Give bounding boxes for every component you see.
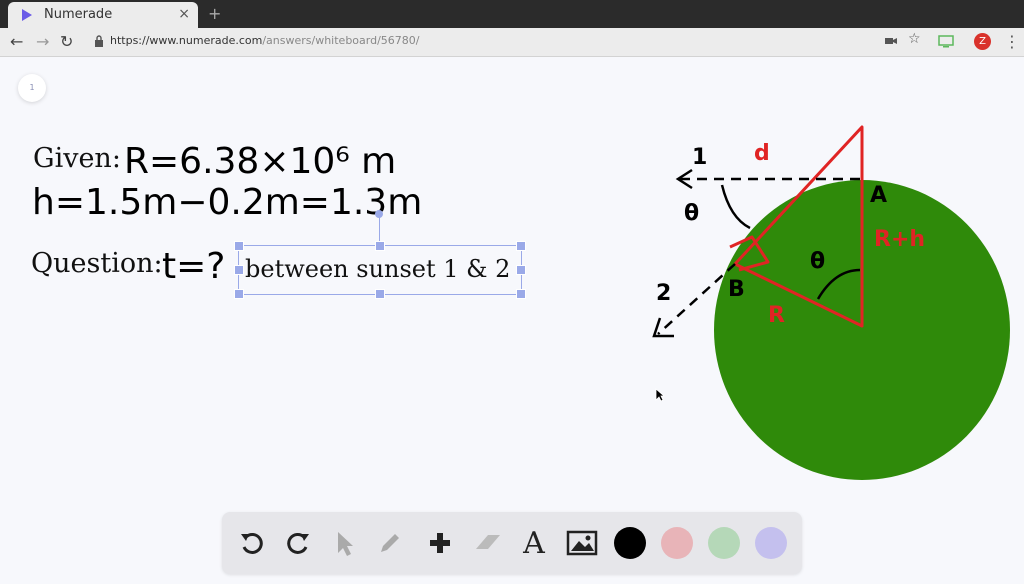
label-theta-1: θ [684, 201, 699, 226]
resize-handle-bottom-left[interactable] [234, 289, 244, 299]
resize-handle-right[interactable] [516, 265, 526, 275]
drawing-toolbar: A [222, 512, 802, 574]
h-equation: h=1.5m−0.2m=1.3m [32, 182, 422, 223]
redo-icon[interactable] [282, 527, 314, 559]
label-2: 2 [656, 281, 671, 306]
select-icon[interactable] [328, 527, 360, 559]
resize-handle-bottom-right[interactable] [516, 289, 526, 299]
pen-icon[interactable] [374, 527, 406, 559]
label-A: A [870, 183, 887, 208]
add-icon[interactable] [424, 527, 456, 559]
textbox-text[interactable]: between sunset 1 & 2 [245, 255, 510, 283]
resize-handle-top[interactable] [375, 241, 385, 251]
question-equation: t=? [162, 246, 225, 287]
image-icon[interactable] [566, 527, 598, 559]
earth-diagram: 1 2 d A B R R+h θ θ [652, 125, 1010, 480]
label-R: R [768, 303, 785, 328]
label-1: 1 [692, 145, 707, 170]
label-d: d [754, 141, 770, 166]
resize-handle-top-left[interactable] [234, 241, 244, 251]
theta-arc-1 [720, 184, 751, 230]
label-R-plus-h: R+h [874, 227, 925, 252]
color-swatch-green[interactable] [708, 527, 740, 559]
rotate-handle[interactable] [375, 210, 383, 218]
color-swatch-lavender[interactable] [755, 527, 787, 559]
eraser-icon[interactable] [472, 527, 504, 559]
label-B: B [728, 277, 745, 302]
resize-handle-top-right[interactable] [516, 241, 526, 251]
resize-handle-left[interactable] [234, 265, 244, 275]
given-equation: R=6.38×10⁶ m [124, 141, 396, 182]
text-icon[interactable]: A [518, 526, 550, 561]
color-swatch-black[interactable] [614, 527, 646, 559]
label-theta-2: θ [810, 249, 825, 274]
mouse-cursor-icon [655, 388, 665, 402]
resize-handle-bottom[interactable] [375, 289, 385, 299]
undo-icon[interactable] [236, 527, 268, 559]
color-swatch-pink[interactable] [661, 527, 693, 559]
